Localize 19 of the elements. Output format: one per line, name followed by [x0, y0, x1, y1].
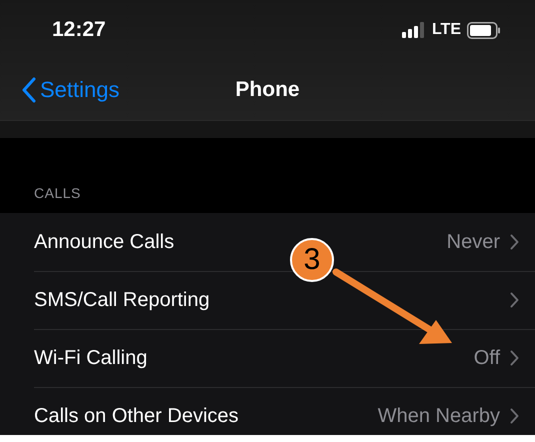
battery-icon [467, 22, 501, 38]
row-label: Calls on Other Devices [34, 404, 239, 428]
section-header: CALLS [34, 185, 81, 201]
status-time: 12:27 [52, 18, 106, 42]
row-label: Announce Calls [34, 230, 174, 254]
row-label: SMS/Call Reporting [34, 288, 210, 312]
row-label: Wi-Fi Calling [34, 346, 148, 370]
chevron-right-icon [510, 408, 519, 424]
row-value: Off [474, 346, 500, 370]
page-title: Phone [235, 78, 300, 101]
row-value: When Nearby [378, 404, 500, 428]
network-label: LTE [432, 21, 461, 39]
chevron-right-icon [510, 292, 519, 308]
chevron-right-icon [510, 350, 519, 366]
row-value: Never [446, 230, 500, 254]
back-button[interactable]: Settings [22, 77, 120, 103]
signal-icon [402, 22, 426, 38]
chevron-right-icon [510, 234, 519, 250]
chevron-left-icon [22, 77, 36, 103]
